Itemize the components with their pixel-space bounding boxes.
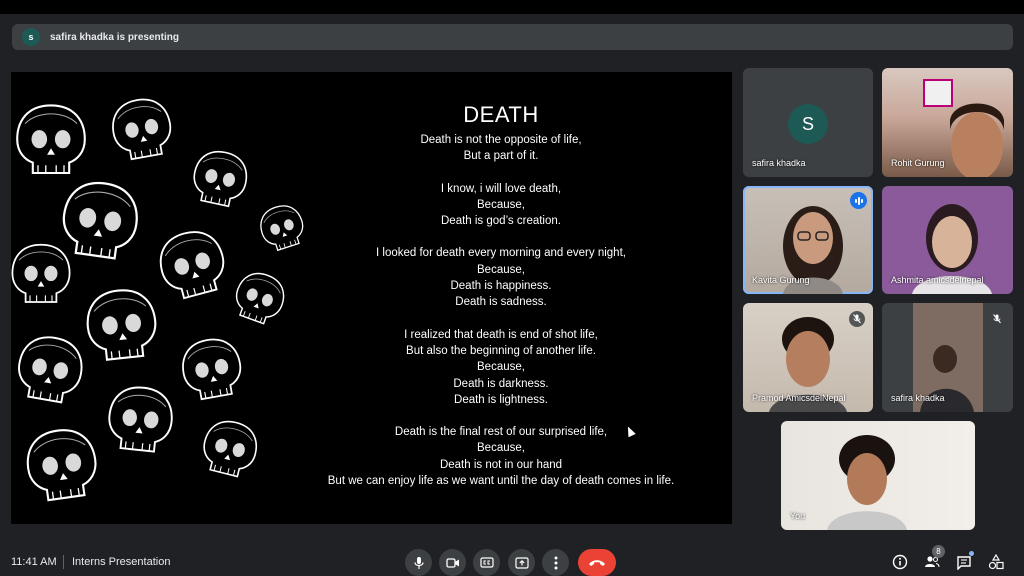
meeting-info-button[interactable] xyxy=(890,552,910,572)
poem-line: Death is lightness. xyxy=(454,393,548,406)
poem-stanza: I realized that death is end of shot lif… xyxy=(291,327,711,408)
poem-line: I looked for death every morning and eve… xyxy=(376,247,626,260)
poem-line: Because, xyxy=(477,198,525,211)
muted-mic-icon xyxy=(849,311,865,327)
participant-tile-pramod[interactable]: Pramod AmicsdelNepal xyxy=(743,303,873,412)
more-vert-icon xyxy=(554,556,557,569)
skulls-artwork xyxy=(11,94,309,502)
presentation-slide: DEATH Death is not the opposite of life,… xyxy=(11,72,732,524)
poem-line: Death is not the opposite of life, xyxy=(420,134,582,146)
leave-call-button[interactable] xyxy=(578,549,616,576)
activities-shapes-icon xyxy=(988,554,1004,570)
meeting-time: 11:41 AM xyxy=(11,556,57,568)
poem-line: Because, xyxy=(477,263,525,276)
participant-count-badge: 8 xyxy=(932,545,945,558)
participant-tile-safira[interactable]: S safira khadka xyxy=(743,68,873,177)
camera-button[interactable] xyxy=(439,549,466,576)
poem-line: Death is the final rest of our surprised… xyxy=(394,426,608,439)
presenting-banner: s safira khadka is presenting xyxy=(12,24,1013,50)
info-icon xyxy=(892,554,908,570)
presenting-text: safira khadka is presenting xyxy=(50,31,179,43)
participant-name: Kavita Gurung xyxy=(752,275,810,285)
divider xyxy=(63,555,64,569)
poem-line: But also the beginning of another life. xyxy=(406,344,596,357)
poem-line: Death is darkness. xyxy=(453,377,549,390)
poem-line: I know, i will love death, xyxy=(440,182,562,195)
poem-stanza: Death is the final rest of our surprised… xyxy=(291,424,711,489)
slide-poem: Death is not the opposite of life, But a… xyxy=(291,132,711,505)
poem-line: But a part of it. xyxy=(463,150,539,163)
participant-tile-self[interactable]: You xyxy=(781,421,975,530)
meeting-name: Interns Presentation xyxy=(72,556,171,568)
top-strip xyxy=(0,0,1024,14)
participant-name: You xyxy=(790,511,806,521)
more-options-button[interactable] xyxy=(542,549,569,576)
camera-icon xyxy=(445,557,459,568)
slide-title: DEATH xyxy=(463,102,539,127)
participant-name: safira khadka xyxy=(752,158,806,168)
muted-mic-icon xyxy=(989,311,1005,327)
hang-up-icon xyxy=(589,559,605,566)
poem-line: Because, xyxy=(477,361,525,374)
poem-line: Because, xyxy=(477,442,525,455)
poem-stanza: I looked for death every morning and eve… xyxy=(291,245,711,310)
poem-line: Death is happiness. xyxy=(450,280,552,293)
poem-stanza: I know, i will love death, Because, Deat… xyxy=(291,181,711,230)
presenter-avatar: s xyxy=(22,28,40,46)
participant-name: Pramod AmicsdelNepal xyxy=(752,393,846,403)
captions-button[interactable] xyxy=(473,549,500,576)
poem-line: I realized that death is end of shot lif… xyxy=(404,328,598,341)
participant-name: Rohit Gurung xyxy=(891,158,945,168)
captions-icon xyxy=(479,557,494,568)
activities-button[interactable] xyxy=(986,552,1006,572)
poem-stanza: Death is not the opposite of life, But a… xyxy=(291,132,711,165)
participant-name: Ashmita amicsdelnepal xyxy=(891,275,984,285)
poem-line: But we can enjoy life as we want until t… xyxy=(327,475,675,488)
participant-tile-safira-camera[interactable]: safira khadka xyxy=(882,303,1013,412)
present-screen-icon xyxy=(514,556,529,569)
participant-tile-kavita[interactable]: Kavita Gurung xyxy=(743,186,873,294)
poem-line: Death is sadness. xyxy=(455,296,547,309)
chat-icon xyxy=(957,555,971,570)
speaking-indicator-icon xyxy=(850,192,867,209)
poem-line: Death is god’s creation. xyxy=(441,215,561,228)
participant-avatar: S xyxy=(788,104,828,144)
poem-line: Death is not in our hand xyxy=(439,458,563,471)
present-button[interactable] xyxy=(508,549,535,576)
participant-video-icon xyxy=(827,435,907,530)
microphone-icon xyxy=(413,556,424,569)
participant-tile-rohit[interactable]: Rohit Gurung xyxy=(882,68,1013,177)
chat-notification-dot xyxy=(969,551,974,556)
microphone-button[interactable] xyxy=(405,549,432,576)
participant-name: safira khadka xyxy=(891,393,945,403)
participant-tile-ashmita[interactable]: Ashmita amicsdelnepal xyxy=(882,186,1013,294)
